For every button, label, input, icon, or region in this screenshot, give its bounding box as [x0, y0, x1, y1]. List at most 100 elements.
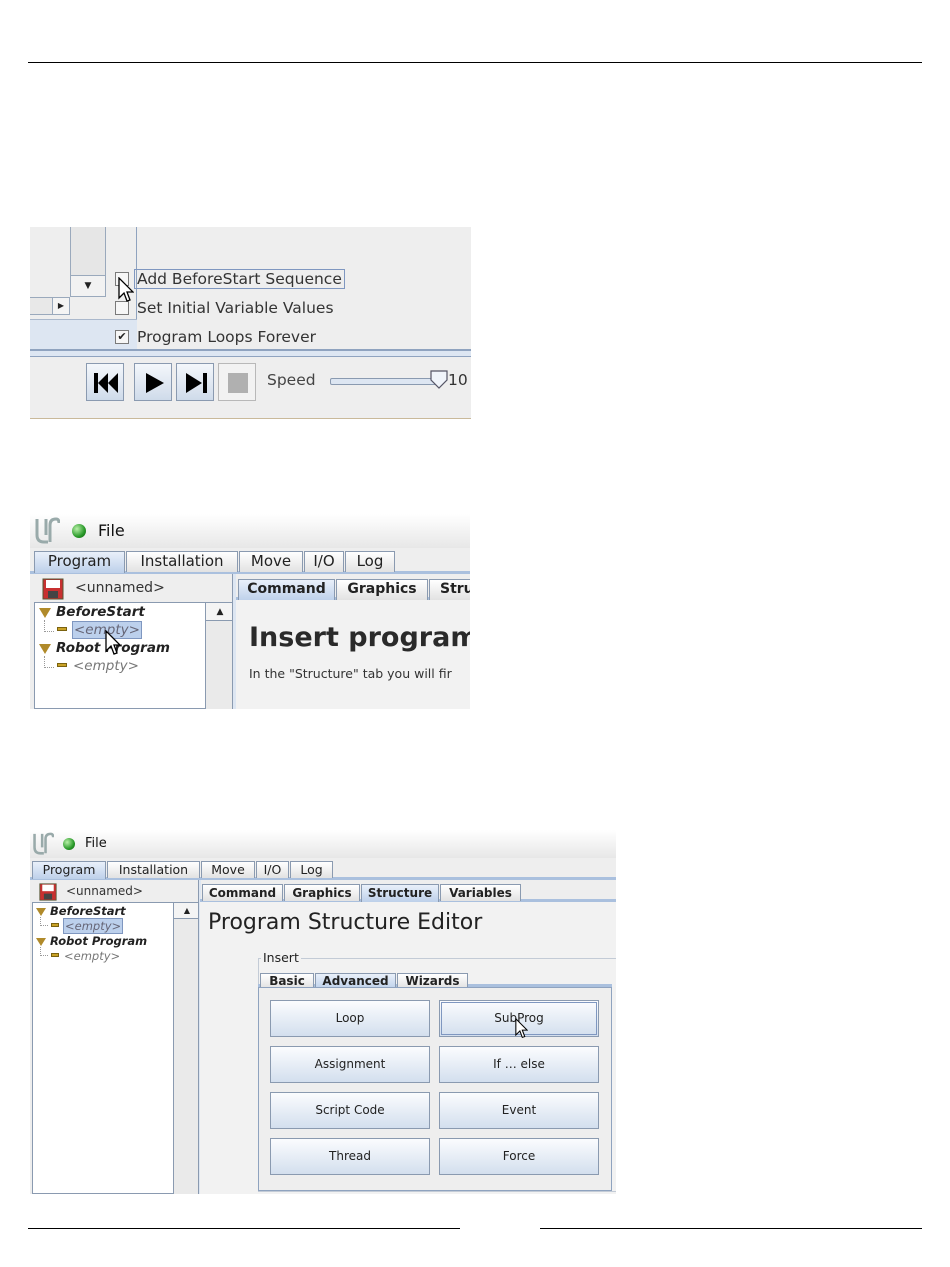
checkbox-loops-forever[interactable]: ✔: [115, 329, 129, 344]
title-bar: File: [30, 830, 616, 858]
node-leaf-icon: [57, 663, 67, 667]
subtab-structure[interactable]: Structure: [361, 884, 439, 902]
tree-node-empty[interactable]: <empty>: [73, 658, 139, 674]
tree-connector: [40, 917, 48, 926]
slider-thumb-icon[interactable]: [430, 370, 448, 390]
subtab-variables[interactable]: Variables: [440, 884, 521, 901]
ur-logo-icon: [35, 517, 60, 544]
program-subtabs: Command Graphics Structure Variables: [200, 881, 616, 902]
program-tree[interactable]: BeforeStart <empty> Robot Program <empty…: [32, 902, 200, 1194]
option-set-initial-values[interactable]: Set Initial Variable Values: [115, 293, 455, 322]
step-forward-button[interactable]: [176, 363, 214, 401]
tree-node-empty-selected[interactable]: <empty>: [63, 918, 124, 934]
structure-panel: Program Structure Editor Insert Basic Ad…: [200, 902, 616, 1194]
subtab-graphics[interactable]: Graphics: [336, 579, 428, 600]
insert-label: Insert: [261, 950, 301, 965]
insert-tab-wizards[interactable]: Wizards: [397, 973, 468, 988]
option-loops-forever[interactable]: ✔ Program Loops Forever: [115, 322, 455, 351]
subtab-structure[interactable]: Stru: [429, 579, 470, 600]
tab-io[interactable]: I/O: [256, 861, 289, 878]
thread-button[interactable]: Thread: [270, 1138, 430, 1175]
play-icon: [146, 373, 164, 393]
footer-rule-left: [28, 1228, 460, 1229]
subtab-graphics[interactable]: Graphics: [284, 884, 360, 901]
expand-triangle-icon[interactable]: [36, 908, 46, 916]
scroll-up-arrow-icon[interactable]: ▲: [206, 603, 234, 621]
option-label: Add BeforeStart Sequence: [134, 268, 345, 289]
speed-slider[interactable]: [330, 378, 440, 385]
command-panel: Insert program In the "Structure" tab yo…: [236, 600, 470, 709]
option-label: Set Initial Variable Values: [137, 298, 334, 317]
playback-controls: Speed 10: [30, 357, 471, 418]
node-leaf-icon: [57, 627, 67, 631]
mouse-cursor-icon: [105, 630, 121, 655]
program-name: <unnamed>: [75, 580, 165, 596]
if-else-button[interactable]: If … else: [439, 1046, 599, 1083]
tree-scrollbar[interactable]: ▲: [173, 903, 200, 1194]
play-button[interactable]: [134, 363, 172, 401]
scroll-down-arrow-icon[interactable]: ▼: [70, 275, 106, 297]
loop-button[interactable]: Loop: [270, 1000, 430, 1037]
tab-log[interactable]: Log: [345, 551, 395, 572]
tree-node-beforestart[interactable]: BeforeStart: [50, 904, 126, 918]
program-subtabs: Command Graphics Stru: [236, 576, 470, 601]
scroll-up-arrow-icon[interactable]: ▲: [174, 903, 200, 919]
force-button[interactable]: Force: [439, 1138, 599, 1175]
program-tree[interactable]: BeforeStart <empty> Robot Program <empty…: [34, 602, 234, 709]
expand-triangle-icon[interactable]: [39, 644, 51, 654]
screenshot-program-options: ▼ ▶ Add BeforeStart Sequence Set Initial…: [30, 227, 471, 419]
file-menu[interactable]: File: [98, 521, 125, 540]
tree-node-beforestart[interactable]: BeforeStart: [56, 604, 145, 620]
script-code-button[interactable]: Script Code: [270, 1092, 430, 1129]
tree-connector: [40, 947, 48, 956]
screenshot-program-command: File Program Installation Move I/O Log <…: [30, 514, 470, 709]
command-heading: Insert program: [249, 622, 470, 653]
tab-log[interactable]: Log: [290, 861, 333, 878]
speed-value: 10: [448, 371, 468, 389]
panel-separator: [30, 349, 471, 357]
tree-node-empty[interactable]: <empty>: [64, 949, 120, 963]
tab-move[interactable]: Move: [201, 861, 255, 878]
main-tabs: Program Installation Move I/O Log: [30, 548, 470, 574]
node-leaf-icon: [51, 953, 59, 957]
tree-connector: [44, 620, 54, 632]
subtab-command[interactable]: Command: [202, 884, 283, 901]
mouse-cursor-icon: [118, 277, 134, 302]
footer-rule-right: [540, 1228, 922, 1229]
tab-installation[interactable]: Installation: [126, 551, 238, 572]
screenshot-structure-editor: File Program Installation Move I/O Log <…: [30, 830, 616, 1194]
tree-node-robot-program[interactable]: Robot Program: [50, 934, 147, 948]
event-button[interactable]: Event: [439, 1092, 599, 1129]
header-rule: [28, 62, 922, 63]
insert-tabs: Basic Advanced Wizards: [258, 970, 612, 989]
save-icon[interactable]: [39, 883, 57, 901]
tree-connector: [44, 656, 54, 668]
title-bar: File: [30, 514, 470, 548]
tree-scrollbar[interactable]: ▲: [205, 603, 234, 709]
skip-back-icon: [94, 373, 118, 393]
tab-io[interactable]: I/O: [304, 551, 344, 572]
speed-label: Speed: [267, 371, 316, 389]
expand-triangle-icon[interactable]: [36, 938, 46, 946]
expand-triangle-icon[interactable]: [39, 608, 51, 618]
save-icon[interactable]: [42, 578, 64, 600]
subtab-command[interactable]: Command: [238, 579, 335, 601]
node-leaf-icon: [51, 923, 59, 927]
assignment-button[interactable]: Assignment: [270, 1046, 430, 1083]
status-indicator: [72, 524, 86, 538]
file-menu[interactable]: File: [85, 836, 107, 851]
step-forward-icon: [186, 373, 207, 393]
advanced-commands-panel: Loop SubProg Assignment If … else Script…: [258, 987, 612, 1191]
stop-icon: [228, 373, 248, 393]
tab-program[interactable]: Program: [34, 551, 125, 573]
tab-move[interactable]: Move: [239, 551, 303, 572]
stop-button[interactable]: [218, 363, 256, 401]
mouse-cursor-icon: [515, 1018, 528, 1039]
status-indicator: [63, 838, 75, 850]
tab-installation[interactable]: Installation: [107, 861, 200, 878]
scroll-right-arrow-icon[interactable]: ▶: [52, 298, 70, 314]
insert-tab-basic[interactable]: Basic: [260, 973, 314, 988]
skip-back-button[interactable]: [86, 363, 124, 401]
option-add-beforestart[interactable]: Add BeforeStart Sequence: [115, 264, 455, 293]
tab-program[interactable]: Program: [32, 861, 106, 879]
